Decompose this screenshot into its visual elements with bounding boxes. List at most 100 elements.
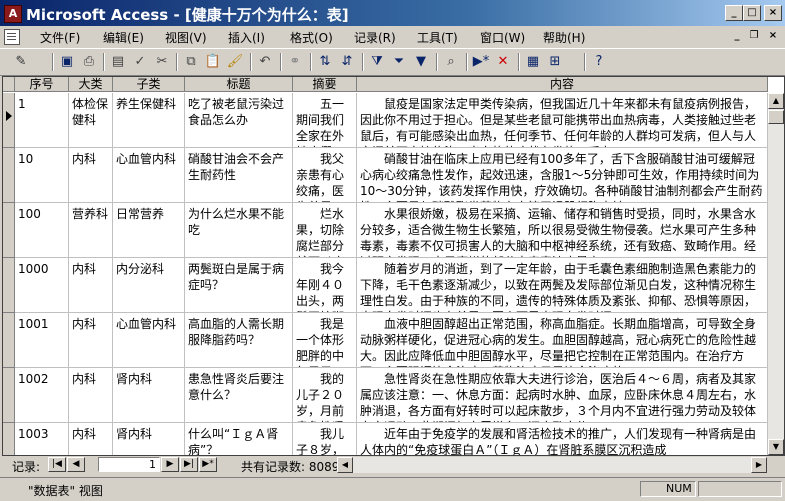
horizontal-scrollbar[interactable]: ◀ ▶ bbox=[337, 457, 767, 473]
record-selector[interactable] bbox=[3, 313, 15, 368]
next-record-button[interactable]: ▶ bbox=[161, 457, 179, 472]
last-record-button[interactable]: ▶| bbox=[180, 457, 198, 472]
cell-id[interactable]: 10 bbox=[15, 148, 69, 203]
record-selector[interactable] bbox=[3, 148, 15, 203]
print-icon[interactable]: ▤ bbox=[109, 53, 127, 71]
close-button[interactable]: × bbox=[764, 5, 782, 21]
sort-descending-icon[interactable]: ⇵ bbox=[338, 53, 356, 71]
format-painter-icon[interactable]: 🖌 bbox=[226, 53, 244, 71]
cell-category[interactable]: 体检保健科 bbox=[69, 93, 113, 148]
cell-content[interactable]: 急性肾炎在急性期应依靠大夫进行诊治，医治后４～６周，病者及其家属应该注意：一、休… bbox=[357, 368, 768, 423]
cell-category[interactable]: 内科 bbox=[69, 368, 113, 423]
cell-id[interactable]: 1003 bbox=[15, 423, 69, 455]
cell-category[interactable]: 内科 bbox=[69, 148, 113, 203]
spell-check-icon[interactable]: ✓ bbox=[131, 53, 149, 71]
cell-title[interactable]: 患急性肾炎后要注意什么？ bbox=[185, 368, 293, 423]
cell-summary[interactable]: 我是一个体形肥胖的中年男子，体格检查中发现血脂偏高 bbox=[293, 313, 357, 368]
scroll-down-button[interactable]: ▼ bbox=[768, 439, 784, 455]
cell-summary[interactable]: 我儿子８岁，前些天患 bbox=[293, 423, 357, 455]
cell-title[interactable]: 为什么烂水果不能吃 bbox=[185, 203, 293, 258]
undo-icon[interactable]: ↶ bbox=[256, 53, 274, 71]
cell-subcategory[interactable]: 心血管内科 bbox=[113, 313, 185, 368]
record-selector[interactable] bbox=[3, 203, 15, 258]
cell-content[interactable]: 鼠疫是国家法定甲类传染病，但我国近几十年来都未有鼠疫病例报告，因此你不用过于担心… bbox=[357, 93, 768, 148]
cell-content[interactable]: 血液中胆固醇超出正常范围，称高血脂症。长期血脂增高，可导致全身动脉粥样硬化，促进… bbox=[357, 313, 768, 368]
cell-id[interactable]: 1001 bbox=[15, 313, 69, 368]
record-selector[interactable] bbox=[3, 93, 15, 148]
design-view-icon[interactable]: ✎ bbox=[12, 53, 30, 71]
cell-category[interactable]: 内科 bbox=[69, 423, 113, 455]
record-selector[interactable] bbox=[3, 368, 15, 423]
cell-subcategory[interactable]: 内分泌科 bbox=[113, 258, 185, 313]
sort-ascending-icon[interactable]: ⇅ bbox=[316, 53, 334, 71]
new-object-icon[interactable]: ⊞ bbox=[546, 53, 564, 71]
cell-id[interactable]: 1000 bbox=[15, 258, 69, 313]
cell-summary[interactable]: 我今年刚４０出头，两鬓开始斑白。我总觉得我的年龄还 bbox=[293, 258, 357, 313]
menu-edit[interactable]: 编辑(E) bbox=[103, 29, 144, 46]
child-restore-button[interactable]: ❐ bbox=[747, 30, 761, 42]
filter-by-selection-icon[interactable]: ⧩ bbox=[368, 53, 386, 71]
vertical-scrollbar[interactable]: ▲ ▼ bbox=[768, 93, 784, 455]
child-close-button[interactable]: × bbox=[766, 30, 780, 42]
column-header-category[interactable]: 大类 bbox=[69, 77, 113, 92]
cell-title[interactable]: 两鬓斑白是属于病症吗？ bbox=[185, 258, 293, 313]
cell-summary[interactable]: 我的儿子２０岁，月前患急性肾炎住院，问医生说好转，但 bbox=[293, 368, 357, 423]
child-minimize-button[interactable]: _ bbox=[730, 30, 744, 42]
cell-summary[interactable]: 五一期间我们全家在外地度假，一个星期后回到自己的家， bbox=[293, 93, 357, 148]
cell-content[interactable]: 近年由于免疫学的发展和肾活检技术的推广，人们发现有一种肾病是由人体内的“免疫球蛋… bbox=[357, 423, 768, 455]
cell-title[interactable]: 吃了被老鼠污染过食品怎么办 bbox=[185, 93, 293, 148]
save-icon[interactable]: ▣ bbox=[58, 53, 76, 71]
cell-subcategory[interactable]: 肾内科 bbox=[113, 368, 185, 423]
hyperlink-icon[interactable]: ⚭ bbox=[286, 53, 304, 71]
new-record-nav-button[interactable]: ▶* bbox=[199, 457, 217, 472]
column-header-id[interactable]: 序号 bbox=[15, 77, 69, 92]
menu-records[interactable]: 记录(R) bbox=[354, 29, 396, 46]
cell-category[interactable]: 营养科 bbox=[69, 203, 113, 258]
scroll-up-button[interactable]: ▲ bbox=[768, 93, 784, 109]
select-all-corner[interactable] bbox=[3, 77, 15, 92]
new-record-icon[interactable]: ▶* bbox=[472, 53, 490, 71]
filter-by-form-icon[interactable]: ⏷ bbox=[390, 53, 408, 71]
menu-file[interactable]: 文件(F) bbox=[40, 29, 80, 46]
menu-format[interactable]: 格式(O) bbox=[290, 29, 333, 46]
cell-summary[interactable]: 烂水果，切除腐烂部分就可以吃吗？我们家经常会扔掉 bbox=[293, 203, 357, 258]
table-document-icon[interactable] bbox=[4, 29, 20, 45]
menu-window[interactable]: 窗口(W) bbox=[480, 29, 525, 46]
help-icon[interactable]: ? bbox=[590, 53, 608, 71]
record-selector[interactable] bbox=[3, 258, 15, 313]
cell-title[interactable]: 什么叫“ＩｇＡ肾病”？ bbox=[185, 423, 293, 455]
cell-content[interactable]: 硝酸甘油在临床上应用已经有100多年了，舌下含服硝酸甘油可缓解冠心病心绞痛急性发… bbox=[357, 148, 768, 203]
cell-title[interactable]: 硝酸甘油会不会产生耐药性 bbox=[185, 148, 293, 203]
cell-id[interactable]: 1002 bbox=[15, 368, 69, 423]
minimize-button[interactable]: _ bbox=[725, 5, 743, 21]
previous-record-button[interactable]: ◀ bbox=[67, 457, 85, 472]
record-selector[interactable] bbox=[3, 423, 15, 455]
cell-id[interactable]: 1 bbox=[15, 93, 69, 148]
menu-help[interactable]: 帮助(H) bbox=[543, 29, 585, 46]
cell-id[interactable]: 100 bbox=[15, 203, 69, 258]
database-window-icon[interactable]: ▦ bbox=[524, 53, 542, 71]
menu-insert[interactable]: 插入(I) bbox=[228, 29, 265, 46]
cell-subcategory[interactable]: 心血管内科 bbox=[113, 148, 185, 203]
menu-view[interactable]: 视图(V) bbox=[165, 29, 207, 46]
scroll-left-button[interactable]: ◀ bbox=[337, 457, 353, 473]
cell-summary[interactable]: 我父亲患有心绞痛，医生总是叮嘱他要随身携带硝酸甘油等 bbox=[293, 148, 357, 203]
delete-record-icon[interactable]: ✕ bbox=[494, 53, 512, 71]
scroll-thumb[interactable] bbox=[768, 110, 784, 124]
maximize-button[interactable]: □ bbox=[743, 5, 761, 21]
column-header-subcategory[interactable]: 子类 bbox=[113, 77, 185, 92]
cell-subcategory[interactable]: 养生保健科 bbox=[113, 93, 185, 148]
column-header-summary[interactable]: 摘要 bbox=[293, 77, 357, 92]
first-record-button[interactable]: |◀ bbox=[48, 457, 66, 472]
cell-subcategory[interactable]: 日常营养 bbox=[113, 203, 185, 258]
print-preview-icon[interactable]: ⎙ bbox=[80, 53, 98, 71]
find-icon[interactable]: ⌕ bbox=[442, 53, 460, 71]
column-header-content[interactable]: 内容 bbox=[357, 77, 768, 92]
scroll-right-button[interactable]: ▶ bbox=[751, 457, 767, 473]
current-record-field[interactable]: 1 bbox=[98, 457, 160, 472]
cell-category[interactable]: 内科 bbox=[69, 258, 113, 313]
access-key-icon[interactable]: A bbox=[4, 5, 22, 23]
cell-content[interactable]: 随着岁月的消逝，到了一定年龄，由于毛囊色素细胞制造黑色素能力的下降，毛干色素逐渐… bbox=[357, 258, 768, 313]
apply-filter-icon[interactable]: ▼ bbox=[412, 53, 430, 71]
column-header-title[interactable]: 标题 bbox=[185, 77, 293, 92]
